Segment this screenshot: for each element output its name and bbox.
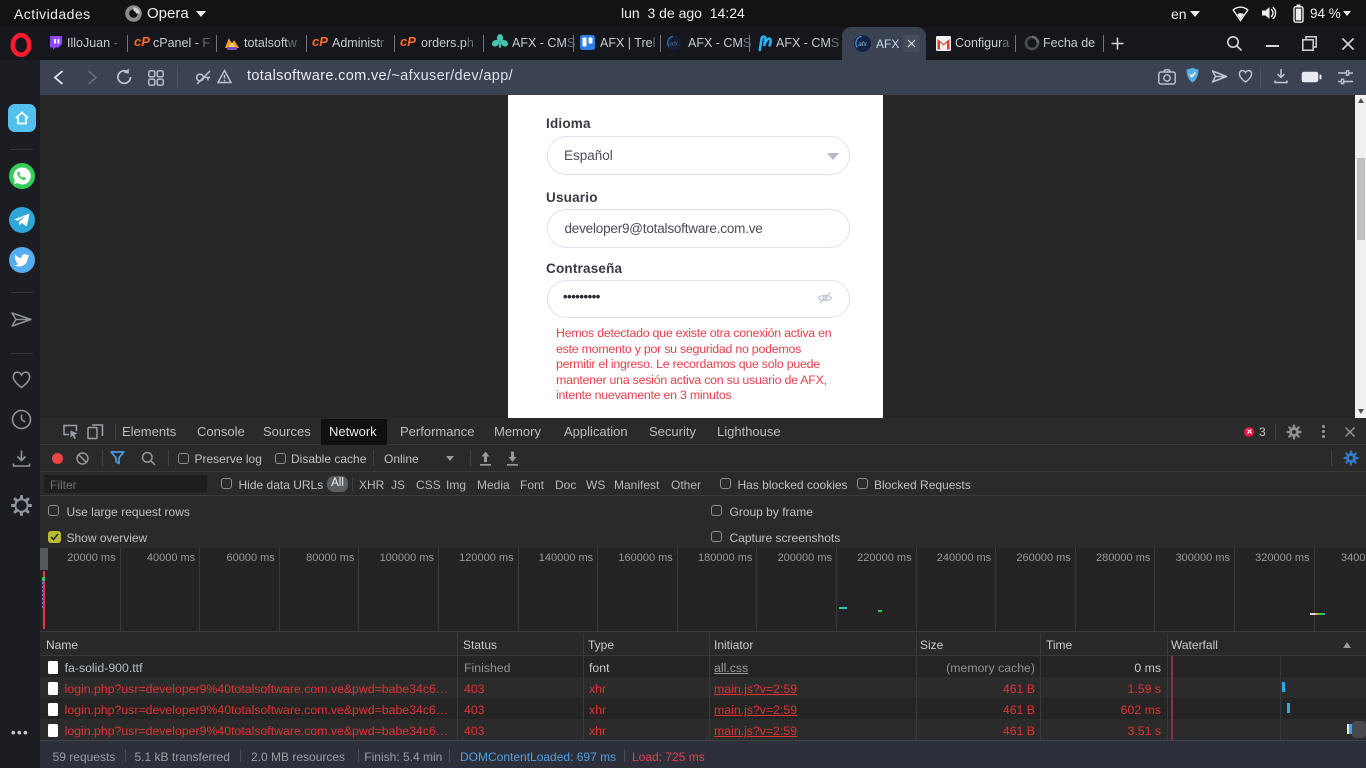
- svg-text:afx: afx: [858, 41, 867, 48]
- svg-text:afx: afx: [670, 42, 679, 48]
